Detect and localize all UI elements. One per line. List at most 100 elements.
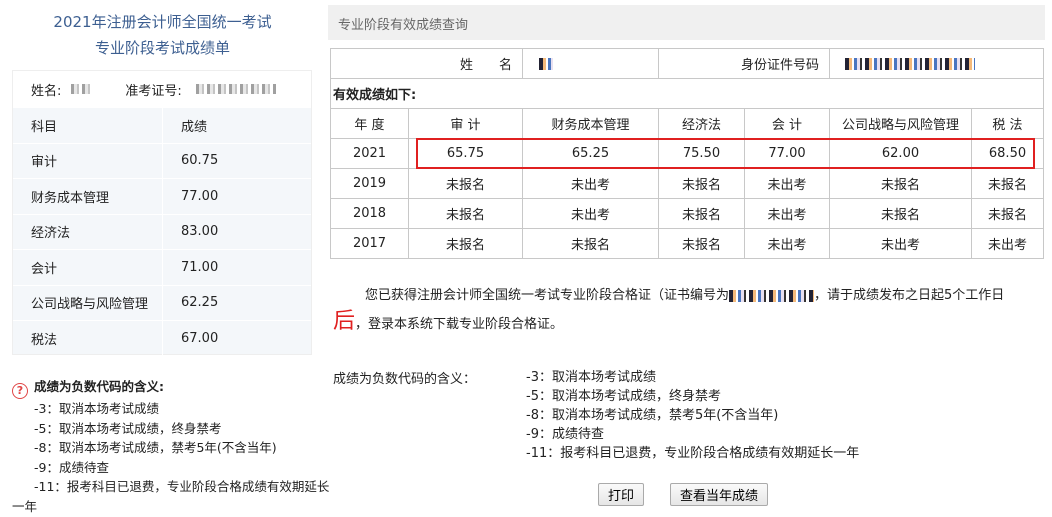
legend-item: -11：报考科目已退费，专业阶段合格成绩有效期延长一年 — [12, 479, 330, 514]
score-cell: 77.00 — [744, 138, 830, 169]
score-cell: 未报名 — [658, 228, 745, 259]
subject-score: 77.00 — [181, 188, 219, 204]
subject-name: 审计 — [13, 143, 163, 178]
score-cell: 62.00 — [829, 138, 972, 169]
score-cell: 未报名 — [408, 228, 523, 259]
column-header: 财务成本管理 — [522, 108, 659, 139]
notice-emphasis: 后 — [333, 309, 356, 334]
panel-header: 专业阶段有效成绩查询 — [328, 5, 1045, 40]
name-redacted — [539, 57, 553, 70]
candidate-info: 姓名: 准考证号: — [13, 71, 311, 107]
code-item: -11：报考科目已退费，专业阶段合格成绩有效期延长一年 — [526, 446, 860, 461]
column-header: 审 计 — [408, 108, 523, 139]
score-cell: 未报名 — [829, 198, 972, 229]
ticket-label: 准考证号: — [125, 83, 182, 99]
table-header-row: 年 度审 计财务成本管理 经济法会 计公司战略与风险管理税 法 — [330, 108, 1044, 139]
year-score-row: 2019 未报名 未出考 未报名 未出考 未报名 未报名 — [330, 168, 1044, 199]
year-score-row: 2018 未报名 未出考 未报名 未出考 未报名 未报名 — [330, 198, 1044, 229]
column-header: 税 法 — [971, 108, 1044, 139]
id-value — [829, 48, 1044, 79]
year-cell: 2017 — [330, 228, 409, 259]
notice-text: ，请于成绩发布之日起5个工作日 — [814, 288, 1005, 303]
legend-item: -5：取消本场考试成绩，终身禁考 — [34, 420, 222, 436]
negative-code-title: 成绩为负数代码的含义： — [333, 372, 477, 387]
question-icon: ? — [12, 383, 28, 399]
cert-number-redacted — [729, 289, 815, 302]
score-cell: 未出考 — [829, 228, 972, 259]
score-row: 经济法 83.00 — [13, 213, 311, 249]
score-report-card-panel: 2021年注册会计师全国统一考试 专业阶段考试成绩单 姓名: 准考证号: 科目成… — [0, 0, 329, 517]
score-row: 会计 71.00 — [13, 249, 311, 285]
subject-score: 62.25 — [181, 295, 219, 311]
code-item: -9：成绩待查 — [526, 427, 604, 442]
score-cell: 未出考 — [744, 198, 830, 229]
score-cell: 未出考 — [744, 228, 830, 259]
year-cell: 2019 — [330, 168, 409, 199]
legend-item: -9：成绩待查 — [34, 459, 109, 475]
subject-name: 公司战略与风险管理 — [13, 285, 163, 320]
score-cell: 未报名 — [408, 198, 523, 229]
column-header: 经济法 — [658, 108, 745, 139]
score-cell: 未报名 — [522, 228, 659, 259]
view-current-year-button[interactable]: 查看当年成绩 — [670, 483, 769, 506]
subject-header: 科目 — [13, 108, 163, 143]
name-label: 姓 名 — [330, 48, 523, 79]
column-header: 会 计 — [744, 108, 830, 139]
year-score-row: 2017 未报名 未报名 未报名 未出考 未出考 未出考 — [330, 228, 1044, 259]
valid-scores-label: 有效成绩如下: — [330, 78, 1044, 109]
score-cell: 未出考 — [522, 198, 659, 229]
year-score-row: 2021 65.75 65.25 75.50 77.00 62.00 68.50 — [330, 138, 1044, 169]
legend-item: -3：取消本场考试成绩 — [34, 401, 159, 416]
score-row: 税法 67.00 — [13, 320, 311, 356]
notice-text: 您已获得注册会计师全国统一考试专业阶段合格证（证书编号为 — [365, 288, 730, 303]
subject-name: 税法 — [13, 321, 163, 356]
score-cell: 未出考 — [744, 168, 830, 199]
score-card: 姓名: 准考证号: 科目 成绩 审计 60.75 财务成本管理 77.00 经济法 83.0… — [12, 70, 312, 356]
subject-score: 60.75 — [181, 153, 219, 169]
identity-row: 姓 名 身份证件号码 — [330, 48, 1044, 79]
score-header: 成绩 — [181, 119, 208, 135]
legend-title: 成绩为负数代码的含义: — [34, 379, 164, 394]
subject-name: 财务成本管理 — [13, 179, 163, 214]
subject-score: 83.00 — [181, 224, 219, 240]
id-label: 身份证件号码 — [658, 48, 830, 79]
score-row: 审计 60.75 — [13, 142, 311, 178]
id-redacted — [845, 57, 975, 70]
score-row: 公司战略与风险管理 62.25 — [13, 284, 311, 320]
year-cell: 2021 — [330, 138, 409, 169]
code-item: -3：取消本场考试成绩 — [526, 370, 656, 385]
column-header: 年 度 — [330, 108, 409, 139]
subject-name: 会计 — [13, 250, 163, 285]
subject-name: 经济法 — [13, 214, 163, 249]
code-item: -8：取消本场考试成绩，禁考5年(不含当年) — [526, 408, 779, 423]
notice-text: ，登录本系统下载专业阶段合格证。 — [355, 317, 564, 332]
column-header: 公司战略与风险管理 — [829, 108, 972, 139]
score-cell: 未报名 — [408, 168, 523, 199]
valid-score-query-panel: 专业阶段有效成绩查询 姓 名 身份证件号码 有效成绩如下: 年 度审 计财务成本… — [328, 0, 1048, 517]
print-button[interactable]: 打印 — [598, 483, 645, 506]
certificate-notice: 您已获得注册会计师全国统一考试专业阶段合格证（证书编号为 ，请于成绩发布之日起5个… — [333, 283, 1038, 338]
report-title: 2021年注册会计师全国统一考试 — [53, 13, 272, 31]
negative-code-list: -3：取消本场考试成绩 -5：取消本场考试成绩，终身禁考 -8：取消本场考试成绩… — [526, 368, 859, 463]
score-cell: 未出考 — [971, 228, 1044, 259]
score-cell: 未报名 — [971, 198, 1044, 229]
name-value — [522, 48, 659, 79]
subject-score: 71.00 — [181, 259, 219, 275]
score-cell: 65.25 — [522, 138, 659, 169]
score-cell: 未出考 — [522, 168, 659, 199]
score-cell: 65.75 — [408, 138, 523, 169]
legend-item: -8：取消本场考试成绩，禁考5年(不含当年) — [34, 440, 277, 455]
score-table: 姓 名 身份证件号码 有效成绩如下: 年 度审 计财务成本管理 经济法会 计公司战… — [330, 48, 1044, 259]
name-redacted — [71, 84, 94, 94]
ticket-redacted — [195, 84, 276, 94]
score-cell: 未报名 — [971, 168, 1044, 199]
score-cell: 未报名 — [658, 198, 745, 229]
subject-score: 67.00 — [181, 330, 219, 346]
score-row: 财务成本管理 77.00 — [13, 178, 311, 214]
name-label: 姓名: — [31, 83, 62, 99]
negative-code-legend: ? 成绩为负数代码的含义: -3：取消本场考试成绩 -5：取消本场考试成绩，终身禁… — [12, 377, 330, 516]
score-cell: 未报名 — [658, 168, 745, 199]
code-item: -5：取消本场考试成绩，终身禁考 — [526, 389, 721, 404]
year-cell: 2018 — [330, 198, 409, 229]
score-cell: 75.50 — [658, 138, 745, 169]
